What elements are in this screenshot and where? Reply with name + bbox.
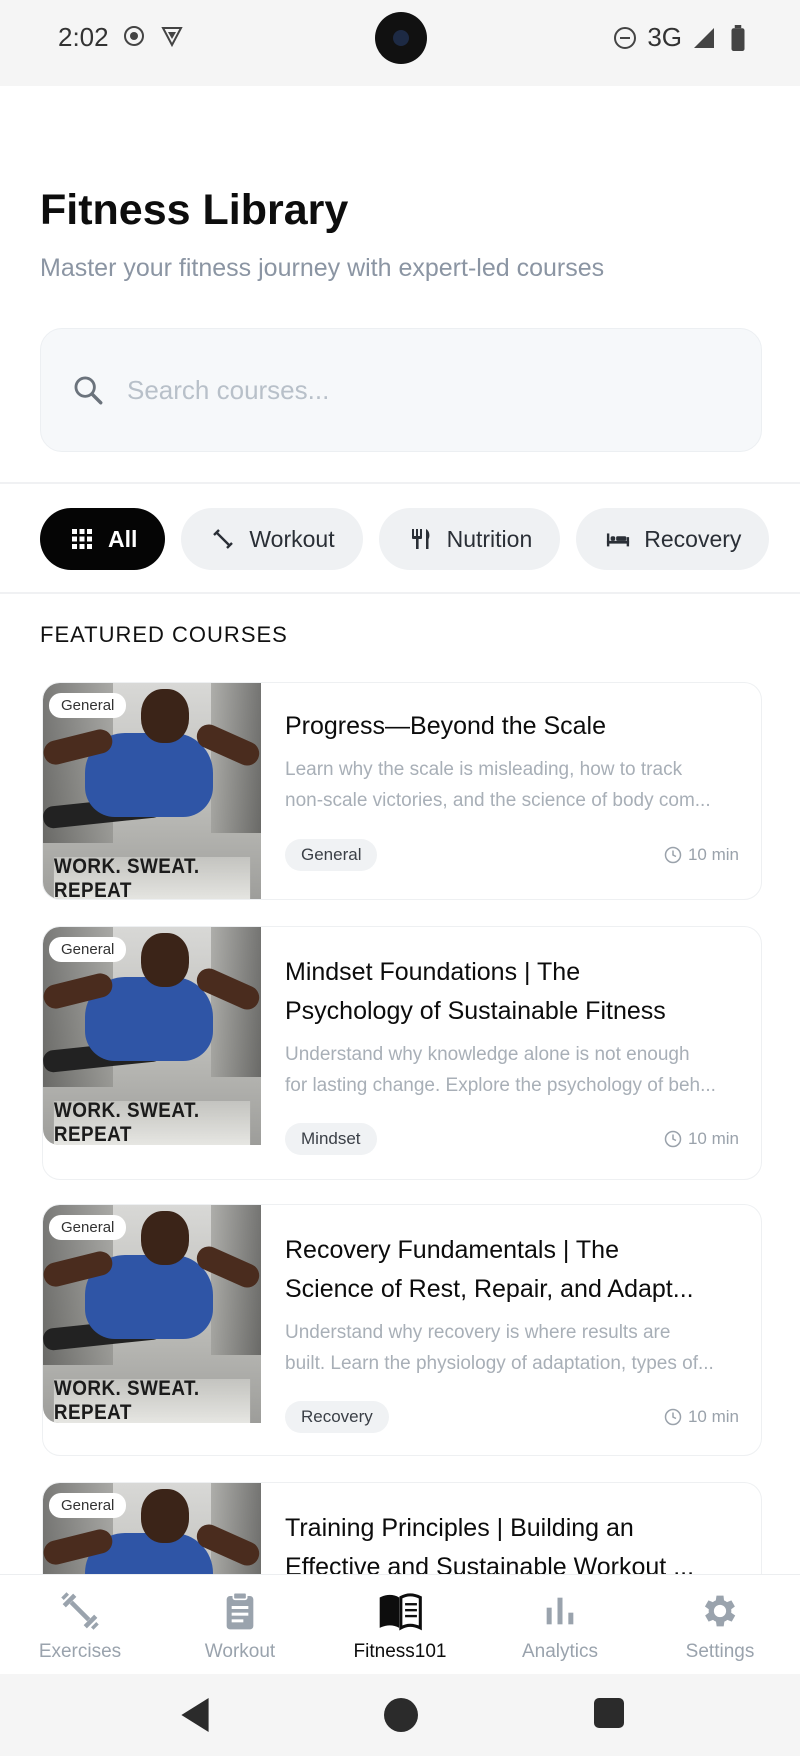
category-filters: All Workout Nutrition Recovery — [40, 508, 770, 570]
dumbbell-icon — [58, 1589, 102, 1633]
course-tag: Mindset — [285, 1123, 377, 1155]
nav-label: Workout — [204, 1641, 276, 1662]
nav-label: Exercises — [38, 1641, 122, 1662]
course-title: Recovery Fundamentals | The Science of R… — [285, 1236, 694, 1303]
filter-chip-label: Recovery — [644, 525, 742, 552]
search-bar[interactable] — [40, 328, 762, 452]
system-navigation-bar — [0, 1674, 800, 1756]
category-badge: General — [49, 693, 127, 718]
nav-label: Fitness101 — [353, 1641, 447, 1662]
filter-chip-label: Nutrition — [446, 525, 533, 552]
section-heading: FEATURED COURSES — [40, 622, 288, 647]
divider — [0, 592, 800, 594]
clipboard-icon — [218, 1589, 262, 1633]
course-duration: 10 min — [664, 1407, 739, 1427]
front-camera — [375, 12, 427, 64]
course-card[interactable]: WORK. SWEAT. REPEAT General Recovery Fun… — [42, 1204, 762, 1456]
clock-icon — [664, 846, 682, 864]
home-icon[interactable] — [384, 1698, 418, 1732]
category-badge: General — [49, 937, 127, 962]
divider — [0, 482, 800, 484]
course-title: Mindset Foundations | The Psychology of … — [285, 958, 666, 1025]
category-badge: General — [49, 1215, 127, 1240]
thumbnail-caption: WORK. SWEAT. REPEAT — [53, 1377, 251, 1423]
battery-icon — [726, 24, 750, 51]
filter-chip-label: Workout — [249, 525, 335, 552]
record-icon — [122, 24, 146, 48]
course-thumbnail: WORK. SWEAT. REPEAT General — [43, 927, 261, 1145]
course-card[interactable]: WORK. SWEAT. REPEAT General Mindset Foun… — [42, 926, 762, 1180]
course-thumbnail: WORK. SWEAT. REPEAT General — [43, 683, 261, 899]
signal-icon — [692, 26, 716, 50]
course-description: Understand why knowledge alone is not en… — [285, 1044, 716, 1096]
dumbbell-icon — [211, 527, 235, 551]
course-duration: 10 min — [664, 1129, 739, 1149]
clock-icon — [664, 1130, 682, 1148]
search-input[interactable] — [127, 374, 687, 406]
network-type: 3G — [647, 22, 682, 52]
nav-item-settings[interactable]: Settings — [640, 1575, 800, 1674]
nav-item-fitness101[interactable]: Fitness101 — [320, 1575, 480, 1674]
course-tag: General — [285, 839, 378, 871]
filter-chip-label: All — [108, 525, 138, 552]
course-thumbnail: WORK. SWEAT. REPEAT General — [43, 1205, 261, 1423]
course-description: Understand why recovery is where results… — [285, 1322, 714, 1374]
filter-chip-recovery[interactable]: Recovery — [576, 508, 770, 570]
page-subtitle: Master your fitness journey with expert-… — [40, 254, 605, 282]
course-description: Learn why the scale is misleading, how t… — [285, 759, 711, 811]
nav-item-workout[interactable]: Workout — [160, 1575, 320, 1674]
filter-chip-all[interactable]: All — [40, 508, 166, 570]
gear-icon — [698, 1589, 742, 1633]
back-icon[interactable] — [178, 1696, 212, 1739]
page-title: Fitness Library — [40, 186, 349, 234]
nav-item-exercises[interactable]: Exercises — [0, 1575, 160, 1674]
bar-chart-icon — [538, 1589, 582, 1633]
book-icon — [378, 1589, 422, 1633]
course-title: Progress—Beyond the Scale — [285, 712, 607, 740]
status-bar: 2:02 3G — [0, 0, 800, 86]
course-card[interactable]: WORK. SWEAT. REPEAT General Progress—Bey… — [42, 682, 762, 900]
status-time: 2:02 — [58, 22, 109, 52]
thumbnail-caption: WORK. SWEAT. REPEAT — [53, 855, 251, 899]
fork-knife-icon — [409, 527, 433, 551]
course-tag: Recovery — [285, 1401, 389, 1433]
do-not-disturb-icon — [613, 26, 637, 50]
bottom-navigation: Exercises Workout Fitness101 Analytics S… — [0, 1574, 800, 1674]
bed-icon — [606, 527, 630, 551]
clock-icon — [664, 1408, 682, 1426]
search-icon — [71, 373, 105, 407]
recent-apps-icon[interactable] — [594, 1698, 624, 1728]
course-duration: 10 min — [664, 845, 739, 865]
thumbnail-caption: WORK. SWEAT. REPEAT — [53, 1099, 251, 1145]
grid-icon — [70, 527, 94, 551]
filter-chip-workout[interactable]: Workout — [181, 508, 363, 570]
category-badge: General — [49, 1493, 127, 1518]
nav-label: Settings — [685, 1641, 755, 1662]
filter-chip-nutrition[interactable]: Nutrition — [378, 508, 561, 570]
nav-item-analytics[interactable]: Analytics — [480, 1575, 640, 1674]
nav-label: Analytics — [521, 1641, 599, 1662]
vpn-shield-icon — [160, 24, 184, 48]
